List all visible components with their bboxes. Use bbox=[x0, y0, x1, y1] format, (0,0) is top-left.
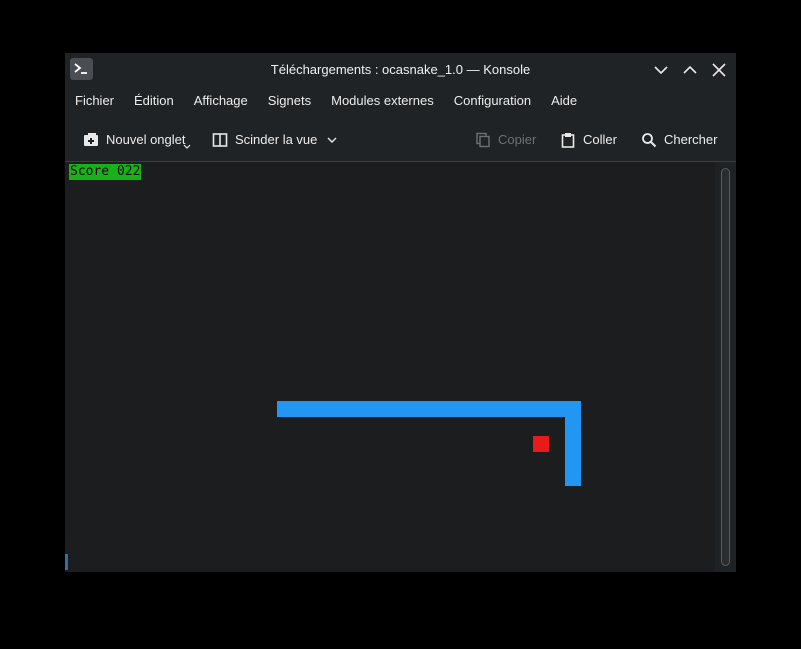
minimize-button[interactable] bbox=[650, 59, 672, 81]
new-tab-label: Nouvel onglet bbox=[106, 132, 186, 147]
title-bar[interactable]: Téléchargements : ocasnake_1.0 — Konsole bbox=[65, 53, 736, 86]
new-tab-icon bbox=[84, 132, 98, 146]
copy-label: Copier bbox=[498, 132, 537, 147]
maximize-button[interactable] bbox=[679, 59, 701, 81]
menu-fichier[interactable]: Fichier bbox=[65, 86, 124, 116]
snake-body-horizontal bbox=[277, 401, 581, 417]
paste-button[interactable]: Coller bbox=[560, 119, 617, 160]
scrollbar[interactable] bbox=[715, 162, 736, 572]
window-title: Téléchargements : ocasnake_1.0 — Konsole bbox=[270, 62, 531, 77]
split-view-label: Scinder la vue bbox=[235, 132, 318, 147]
score-display: Score 022 bbox=[69, 164, 142, 180]
copy-button[interactable]: Copier bbox=[475, 119, 536, 160]
menu-configuration[interactable]: Configuration bbox=[444, 86, 541, 116]
minimize-icon bbox=[654, 66, 668, 75]
new-tab-button[interactable]: Nouvel onglet bbox=[83, 119, 191, 160]
terminal-cursor bbox=[65, 554, 68, 570]
scrollbar-thumb[interactable] bbox=[721, 168, 730, 566]
menu-edition[interactable]: Édition bbox=[124, 86, 184, 116]
search-icon bbox=[642, 132, 657, 147]
toolbar: Nouvel onglet Scinder la vue Copier Coll… bbox=[65, 119, 736, 160]
close-icon bbox=[712, 63, 726, 77]
paste-label: Coller bbox=[583, 132, 617, 147]
find-button[interactable]: Chercher bbox=[641, 119, 717, 160]
chevron-down-icon bbox=[183, 144, 190, 149]
copy-icon bbox=[476, 132, 490, 147]
chevron-down-icon bbox=[327, 137, 337, 143]
terminal-view[interactable]: Score 022 bbox=[65, 162, 715, 572]
maximize-icon bbox=[683, 65, 697, 74]
snake-body-vertical bbox=[565, 401, 581, 486]
split-view-icon bbox=[212, 132, 228, 147]
menu-affichage[interactable]: Affichage bbox=[184, 86, 258, 116]
menu-signets[interactable]: Signets bbox=[258, 86, 321, 116]
menu-modules-externes[interactable]: Modules externes bbox=[321, 86, 444, 116]
close-button[interactable] bbox=[708, 59, 730, 81]
food-item bbox=[533, 436, 549, 452]
konsole-window: Téléchargements : ocasnake_1.0 — Konsole… bbox=[65, 53, 736, 572]
menu-aide[interactable]: Aide bbox=[541, 86, 587, 116]
split-view-button[interactable]: Scinder la vue bbox=[212, 119, 345, 160]
find-label: Chercher bbox=[664, 132, 718, 147]
menu-bar: Fichier Édition Affichage Signets Module… bbox=[65, 86, 736, 116]
paste-icon bbox=[561, 132, 575, 148]
